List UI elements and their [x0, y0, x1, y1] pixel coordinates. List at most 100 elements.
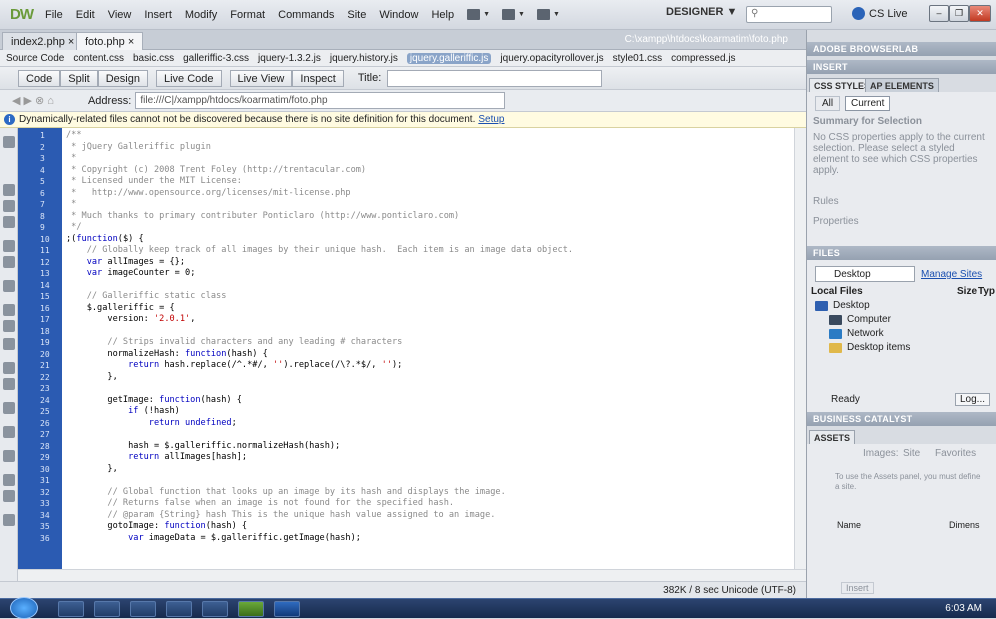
- manage-sites-link[interactable]: Manage Sites: [921, 269, 982, 280]
- related-file[interactable]: jquery.opacityrollover.js: [500, 53, 603, 64]
- site-radio[interactable]: Site: [903, 448, 920, 459]
- move-css-icon[interactable]: [3, 450, 15, 462]
- chevron-down-icon[interactable]: ▼: [518, 11, 525, 18]
- photoshop-taskbar-icon[interactable]: [274, 601, 300, 617]
- wrap-tag-icon[interactable]: [3, 402, 15, 414]
- related-file[interactable]: jquery.history.js: [330, 53, 398, 64]
- horizontal-scrollbar[interactable]: [18, 569, 806, 581]
- code-view-button[interactable]: Code: [18, 69, 61, 87]
- favorites-radio[interactable]: Favorites: [935, 448, 976, 459]
- syntax-error-icon[interactable]: [3, 320, 15, 332]
- menu-file[interactable]: File: [45, 9, 63, 21]
- tab-foto[interactable]: foto.php ×: [76, 32, 144, 50]
- design-view-button[interactable]: Design: [97, 69, 148, 87]
- tab-assets[interactable]: ASSETS: [809, 430, 856, 444]
- line-numbers-icon[interactable]: [3, 280, 15, 292]
- related-file[interactable]: content.css: [73, 53, 124, 64]
- tree-item-desktop-items[interactable]: Desktop items: [829, 342, 910, 353]
- dreamweaver-taskbar-icon[interactable]: [238, 601, 264, 617]
- live-code-button[interactable]: Live Code: [155, 69, 222, 87]
- related-file-selected[interactable]: jquery.galleriffic.js: [406, 52, 492, 64]
- related-files-bar: Source Code content.css basic.css galler…: [0, 50, 806, 67]
- insert-button[interactable]: Insert: [841, 582, 874, 594]
- log-button[interactable]: Log...: [955, 393, 991, 406]
- site-select[interactable]: Desktop: [815, 266, 915, 282]
- maximize-button[interactable]: ❐: [949, 5, 969, 22]
- code-line: gotoImage: function(hash) {: [66, 521, 248, 531]
- code-line: // Global function that looks up an imag…: [66, 486, 506, 497]
- browserlab-panel-header[interactable]: ADOBE BROWSERLAB: [807, 42, 996, 56]
- live-view-button[interactable]: Live View: [229, 69, 293, 87]
- vertical-scrollbar[interactable]: [794, 128, 806, 569]
- current-button[interactable]: Current: [845, 96, 891, 111]
- highlight-invalid-icon[interactable]: [3, 304, 15, 316]
- site-icon[interactable]: [536, 9, 550, 20]
- menu-edit[interactable]: Edit: [76, 9, 95, 21]
- chevron-down-icon[interactable]: ▼: [553, 11, 560, 18]
- related-file[interactable]: compressed.js: [671, 53, 735, 64]
- minimize-button[interactable]: –: [929, 5, 949, 22]
- tab-ap-elements[interactable]: AP ELEMENTS: [865, 78, 939, 92]
- related-file[interactable]: style01.css: [613, 53, 662, 64]
- document-tabs: index2.php × foto.php × C:\xampp\htdocs\…: [0, 30, 806, 50]
- start-button[interactable]: [10, 597, 38, 619]
- tree-item-network[interactable]: Network: [829, 328, 884, 339]
- desktop-icon: [815, 300, 828, 311]
- menu-help[interactable]: Help: [431, 9, 454, 21]
- recent-snippets-icon[interactable]: [3, 426, 15, 438]
- explorer-taskbar-icon[interactable]: [94, 601, 120, 617]
- related-file[interactable]: jquery-1.3.2.js: [258, 53, 321, 64]
- menu-commands[interactable]: Commands: [278, 9, 334, 21]
- files-panel-header[interactable]: FILES: [807, 246, 996, 260]
- media-player-taskbar-icon[interactable]: [130, 601, 156, 617]
- balance-braces-icon[interactable]: [3, 256, 15, 268]
- workspace-switcher[interactable]: DESIGNER ▼: [666, 6, 737, 18]
- extend-icon[interactable]: [502, 9, 516, 20]
- apply-comment-icon[interactable]: [3, 362, 15, 374]
- menu-insert[interactable]: Insert: [144, 9, 172, 21]
- address-input[interactable]: file:///C|/xampp/htdocs/koarmatim/foto.p…: [135, 92, 506, 109]
- layout-icon[interactable]: [467, 9, 481, 20]
- open-documents-icon[interactable]: [3, 136, 15, 148]
- code-line: * Copyright (c) 2008 Trent Foley (http:/…: [66, 164, 367, 175]
- inspect-button[interactable]: Inspect: [292, 69, 344, 87]
- code-line: version: '2.0.1',: [66, 314, 196, 324]
- select-parent-icon[interactable]: [3, 240, 15, 252]
- tree-item-computer[interactable]: Computer: [829, 314, 891, 325]
- back-icon[interactable]: ◀ ▶ ⊗ ⌂: [12, 94, 54, 107]
- split-view-button[interactable]: Split: [60, 69, 98, 87]
- title-input[interactable]: [387, 69, 603, 87]
- word-wrap-icon[interactable]: [3, 338, 15, 350]
- app-taskbar-icon[interactable]: [202, 601, 228, 617]
- menu-site[interactable]: Site: [347, 9, 366, 21]
- line-number: 11: [40, 246, 50, 255]
- insert-panel-header[interactable]: INSERT: [807, 60, 996, 74]
- tab-index2[interactable]: index2.php ×: [2, 32, 84, 50]
- menu-window[interactable]: Window: [379, 9, 418, 21]
- indent-icon[interactable]: [3, 474, 15, 486]
- menu-format[interactable]: Format: [230, 9, 265, 21]
- format-source-icon[interactable]: [3, 514, 15, 526]
- menu-modify[interactable]: Modify: [185, 9, 217, 21]
- close-button[interactable]: ✕: [969, 5, 991, 22]
- related-file[interactable]: basic.css: [133, 53, 174, 64]
- cs-live-button[interactable]: CS Live: [852, 7, 908, 20]
- expand-all-icon[interactable]: [3, 216, 15, 228]
- code-editor[interactable]: /** * jQuery Galleriffic plugin * * Copy…: [62, 128, 794, 569]
- line-number: 13: [40, 269, 50, 278]
- outdent-icon[interactable]: [3, 490, 15, 502]
- help-search-input[interactable]: ⚲: [746, 6, 832, 23]
- related-file[interactable]: Source Code: [6, 53, 64, 64]
- related-file[interactable]: galleriffic-3.css: [183, 53, 249, 64]
- all-button[interactable]: All: [815, 96, 841, 111]
- ie-taskbar-icon[interactable]: [58, 601, 84, 617]
- firefox-taskbar-icon[interactable]: [166, 601, 192, 617]
- tree-item-desktop[interactable]: Desktop: [815, 300, 870, 311]
- business-catalyst-header[interactable]: BUSINESS CATALYST: [807, 412, 996, 426]
- collapse-tag-icon[interactable]: [3, 184, 15, 196]
- collapse-selection-icon[interactable]: [3, 200, 15, 212]
- chevron-down-icon[interactable]: ▼: [483, 11, 490, 18]
- setup-link[interactable]: Setup: [478, 114, 504, 125]
- menu-view[interactable]: View: [108, 9, 132, 21]
- remove-comment-icon[interactable]: [3, 378, 15, 390]
